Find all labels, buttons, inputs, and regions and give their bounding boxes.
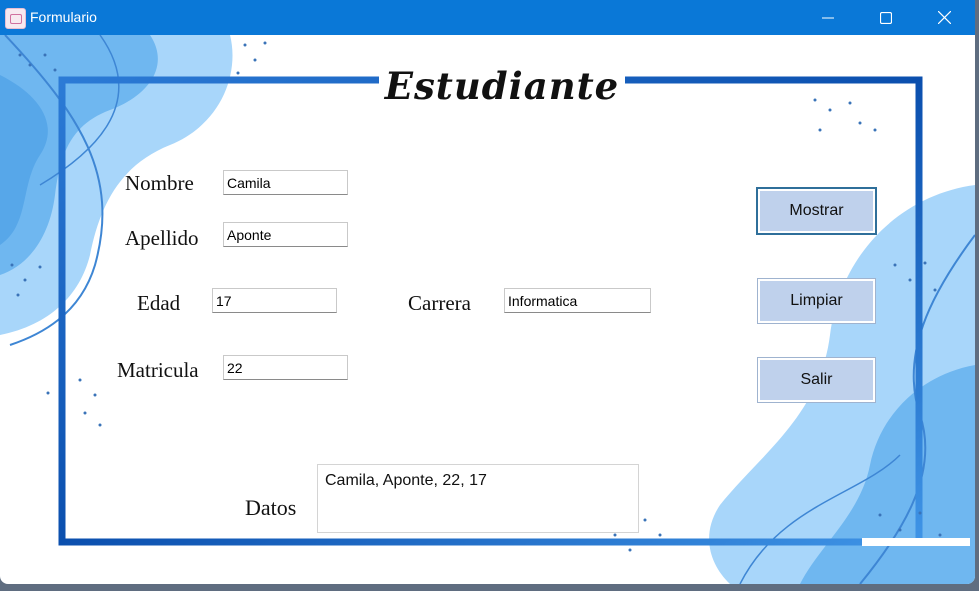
nombre-label: Nombre: [125, 171, 194, 195]
limpiar-button[interactable]: Limpiar: [758, 279, 875, 323]
close-icon: [937, 11, 951, 24]
apellido-input[interactable]: Aponte: [223, 222, 348, 247]
apellido-label: Apellido: [125, 226, 199, 250]
nombre-input[interactable]: Camila: [223, 170, 348, 195]
minimize-icon: [822, 17, 834, 18]
edad-label: Edad: [137, 291, 181, 315]
edad-input[interactable]: 17: [212, 288, 337, 313]
minimize-button[interactable]: [800, 0, 856, 35]
salir-button[interactable]: Salir: [758, 358, 875, 402]
close-button[interactable]: [916, 0, 972, 35]
form-heading: Estudiante: [384, 64, 620, 108]
maximize-button[interactable]: [858, 0, 914, 35]
carrera-input[interactable]: Informatica: [504, 288, 651, 313]
datos-output[interactable]: Camila, Aponte, 22, 17: [317, 464, 639, 533]
heading-panel: Estudiante: [379, 58, 625, 114]
datos-label: Datos: [245, 495, 297, 520]
window-title: Formulario: [30, 9, 97, 25]
app-icon: [5, 8, 26, 29]
mostrar-button[interactable]: Mostrar: [758, 189, 875, 233]
matricula-input[interactable]: 22: [223, 355, 348, 380]
matricula-label: Matricula: [117, 358, 199, 382]
app-window: Formulario Estudiante Nombre Camila Apel…: [0, 0, 975, 584]
maximize-icon: [880, 11, 892, 24]
title-bar[interactable]: Formulario: [0, 0, 975, 35]
carrera-label: Carrera: [408, 291, 471, 315]
desktop-strip: [0, 584, 979, 591]
